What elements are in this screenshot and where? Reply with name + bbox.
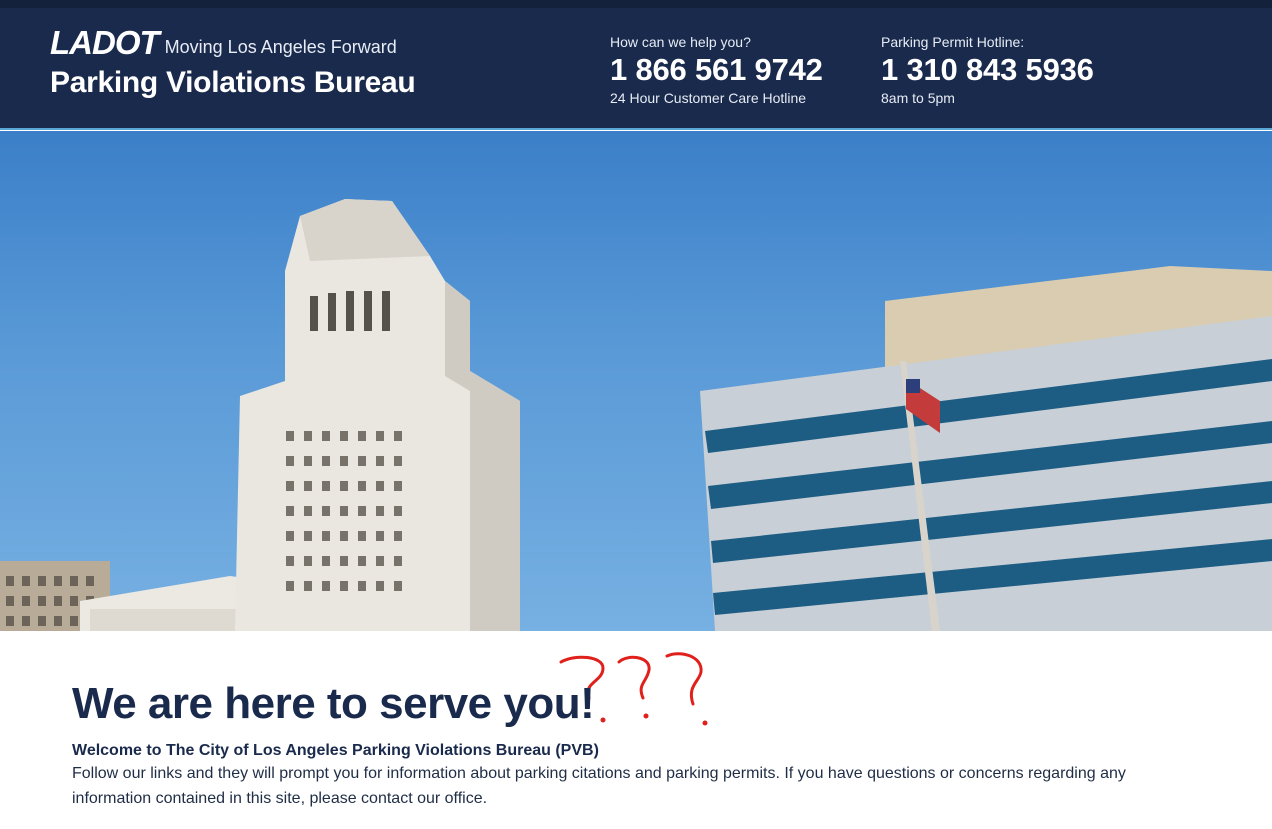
page-headline: We are here to serve you! bbox=[72, 679, 595, 728]
welcome-heading: Welcome to The City of Los Angeles Parki… bbox=[72, 742, 599, 759]
bureau-title: Parking Violations Bureau bbox=[50, 66, 416, 99]
customer-care-phone[interactable]: 1 866 561 9742 bbox=[610, 52, 823, 88]
hero-image bbox=[0, 131, 1272, 631]
contact-note: 8am to 5pm bbox=[881, 90, 955, 106]
contact-question: How can we help you? bbox=[610, 34, 751, 50]
customer-care-contact: How can we help you? 1 866 561 9742 24 H… bbox=[610, 34, 823, 106]
city-hall-illustration bbox=[0, 199, 1272, 631]
permit-hotline-contact: Parking Permit Hotline: 1 310 843 5936 8… bbox=[881, 34, 1094, 106]
main-content: We are here to serve you! Welcome to The… bbox=[72, 672, 1192, 811]
permit-hotline-phone[interactable]: 1 310 843 5936 bbox=[881, 52, 1094, 88]
site-header: LADOT Moving Los Angeles Forward Parking… bbox=[0, 8, 1272, 130]
ladot-logo[interactable]: LADOT Moving Los Angeles Forward bbox=[50, 24, 397, 61]
intro-paragraph: Follow our links and they will prompt yo… bbox=[72, 765, 1126, 807]
top-strip bbox=[0, 0, 1272, 8]
logo-wordmark: LADOT bbox=[50, 24, 160, 61]
logo-tagline: Moving Los Angeles Forward bbox=[164, 37, 397, 57]
contact-question: Parking Permit Hotline: bbox=[881, 34, 1025, 50]
contact-note: 24 Hour Customer Care Hotline bbox=[610, 90, 807, 106]
